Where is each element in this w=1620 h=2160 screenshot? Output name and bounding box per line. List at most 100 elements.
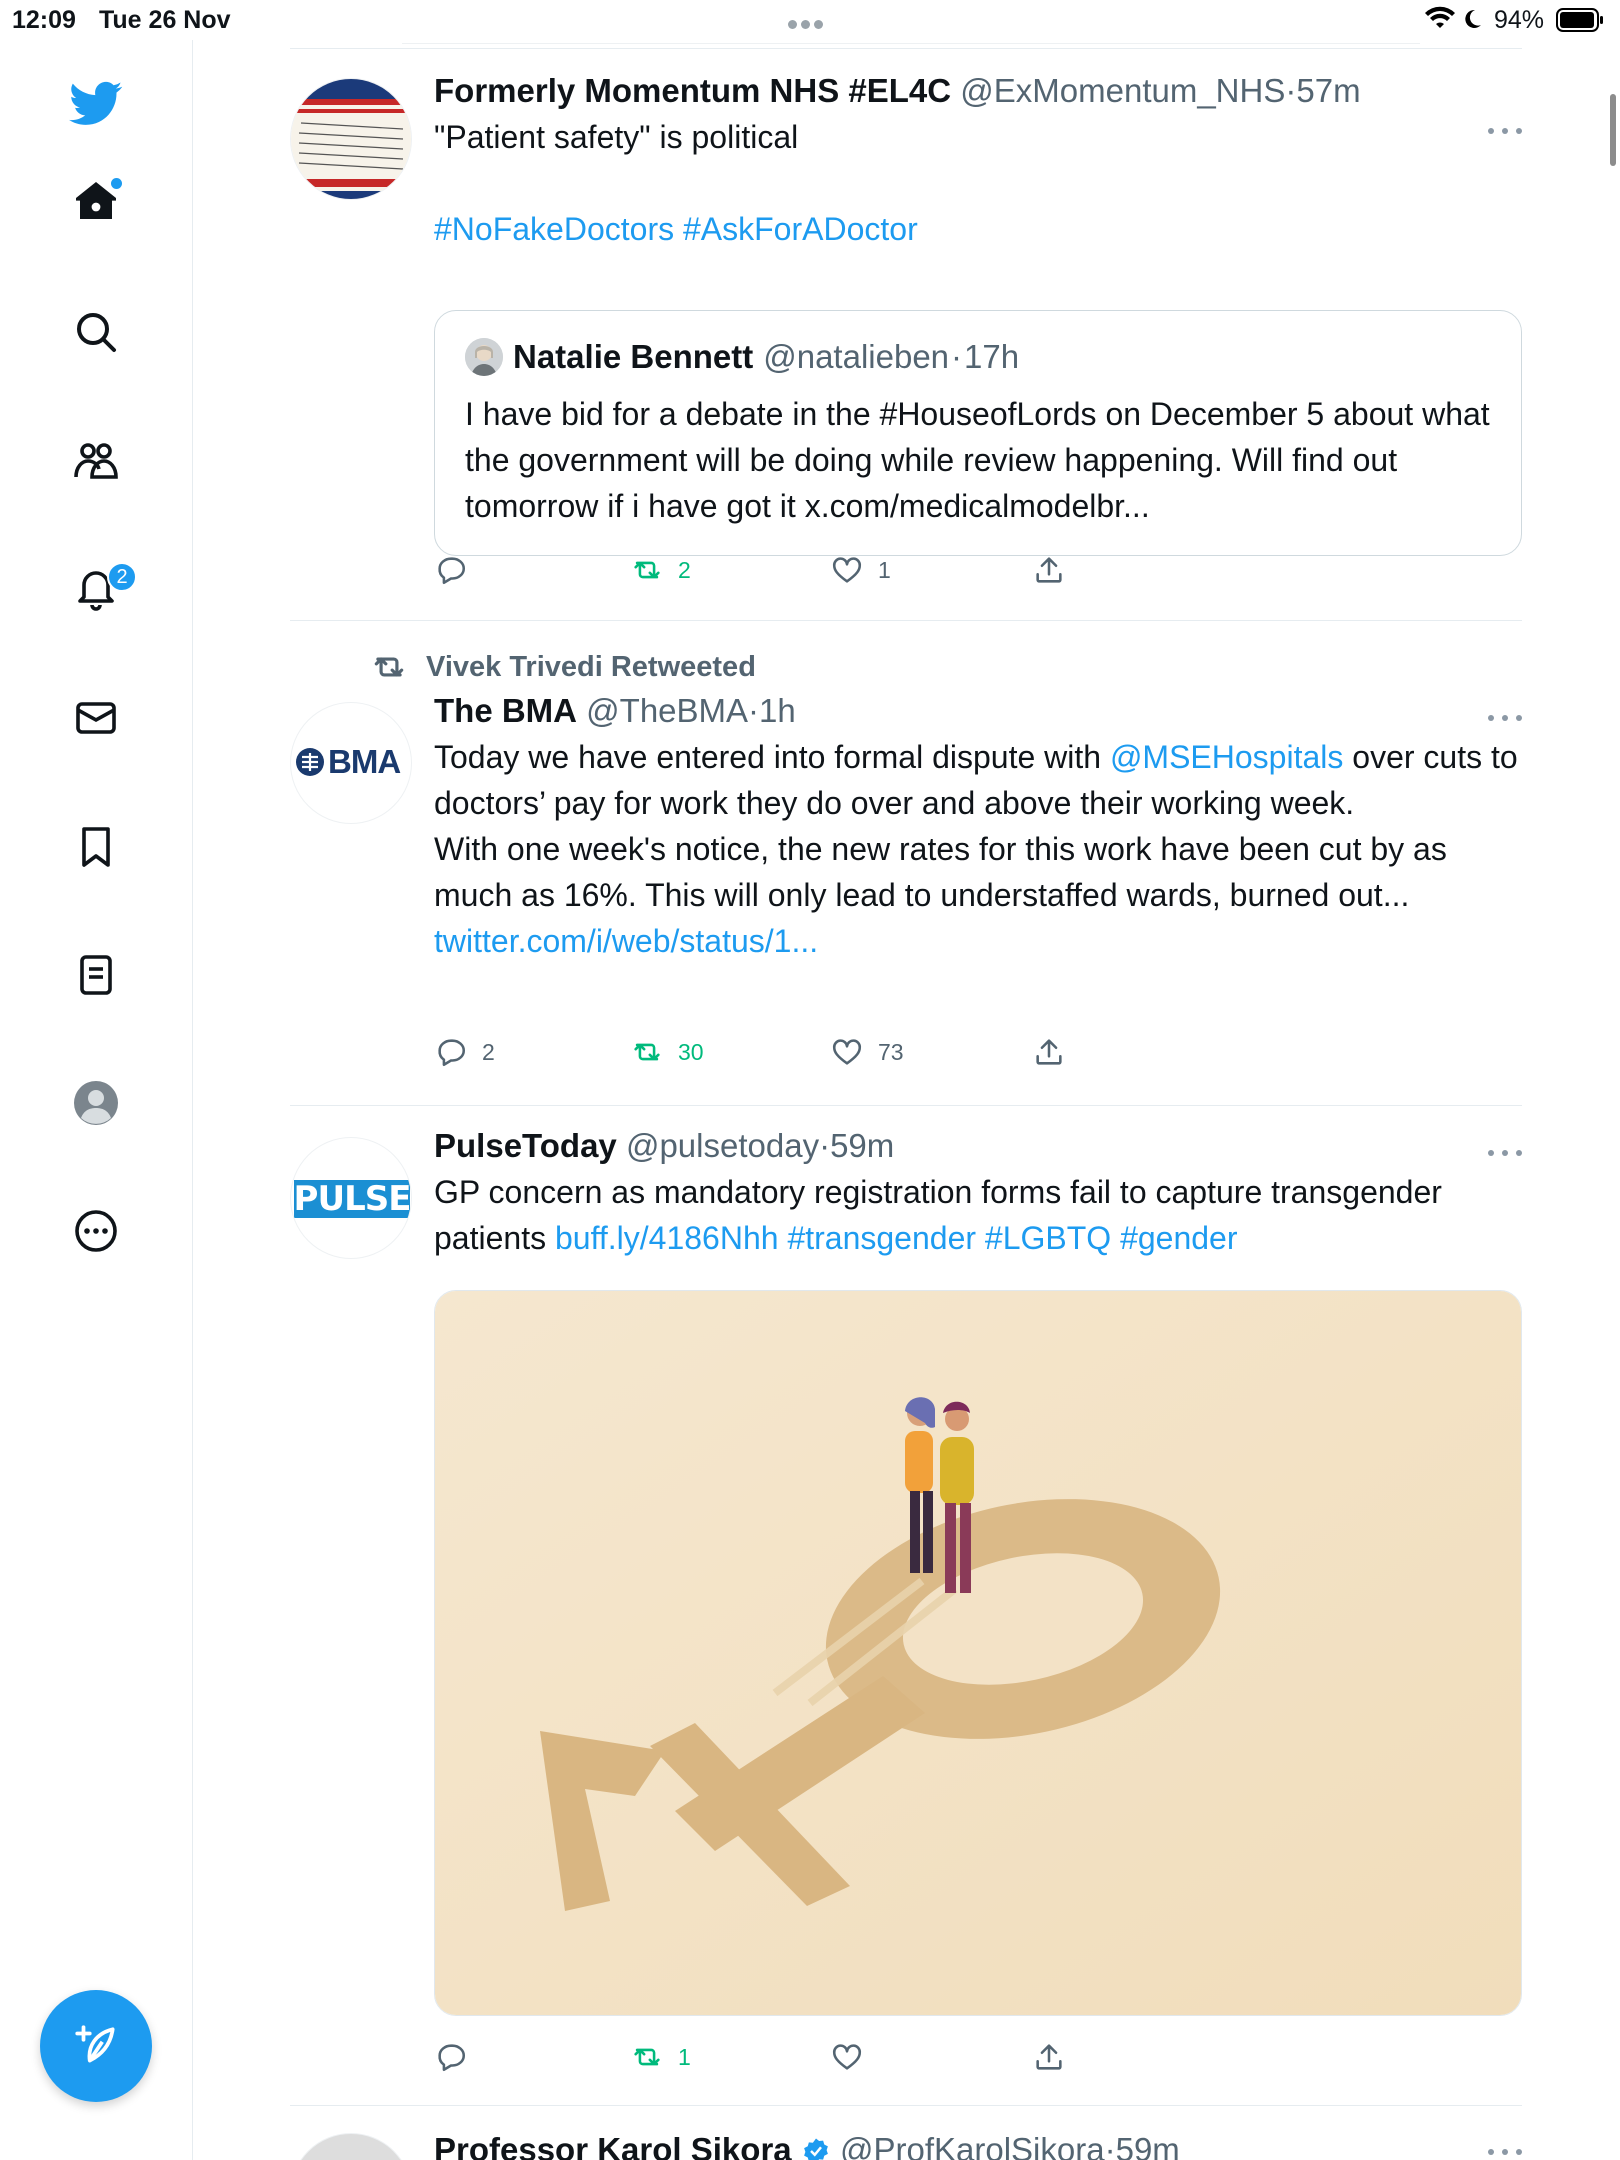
status-time: 12:09 (12, 6, 76, 34)
tweet-author-handle[interactable]: @pulsetoday (626, 1127, 819, 1164)
nav-messages-icon[interactable] (55, 677, 137, 759)
timeline-divider (290, 48, 1522, 49)
like-count: 73 (878, 1038, 904, 1065)
tweet-avatar[interactable] (290, 2133, 412, 2160)
tweet-avatar[interactable]: BMA (290, 702, 412, 824)
tweet-more-icon[interactable] (1488, 715, 1522, 725)
share-button[interactable] (1032, 1032, 1066, 1072)
quoted-author-handle[interactable]: @natalieben (763, 337, 949, 377)
like-button[interactable]: 1 (830, 550, 891, 590)
home-new-dot (111, 178, 122, 189)
reply-button[interactable] (434, 2037, 482, 2077)
avatar-label: BMA (328, 743, 401, 780)
tweet-actions: 2 30 73 (434, 1032, 1334, 1072)
nav-profile-avatar[interactable] (55, 1062, 137, 1144)
verified-badge-icon (803, 2138, 828, 2160)
nav-explore-icon[interactable] (55, 291, 137, 373)
nav-communities-icon[interactable] (55, 420, 137, 502)
quoted-avatar[interactable] (465, 338, 503, 376)
tweet-avatar[interactable]: PULSE (290, 1137, 412, 1259)
retweet-button[interactable]: 30 (630, 1032, 704, 1072)
share-button[interactable] (1032, 550, 1066, 590)
avatar-label: PULSE (293, 1179, 411, 1219)
tweet-hashtags[interactable]: #transgender #LGBTQ #gender (779, 1220, 1237, 1256)
tweet-more-icon[interactable] (1488, 2149, 1522, 2159)
tweet-link[interactable]: twitter.com/i/web/status/1... (434, 918, 1524, 964)
battery-percent: 94% (1494, 6, 1545, 34)
quoted-timestamp[interactable]: 17h (964, 337, 1019, 377)
retweet-icon (634, 2048, 660, 2066)
separator-dot: · (951, 338, 963, 375)
illustration-image (435, 1291, 1521, 2015)
timeline-divider (290, 1105, 1522, 1106)
retweet-count: 30 (678, 1038, 704, 1065)
heart-icon (832, 2044, 862, 2070)
reply-icon (438, 2044, 465, 2072)
tweet-author-name[interactable]: Professor Karol Sikora (434, 2131, 792, 2160)
quoted-tweet[interactable]: Natalie Bennett @natalieben · 17h I have b… (434, 310, 1522, 556)
like-button[interactable] (830, 2037, 878, 2077)
compose-tweet-button[interactable] (40, 1990, 152, 2102)
tweet-timestamp[interactable]: 59m (1116, 2131, 1180, 2160)
tweet-timestamp[interactable]: 57m (1296, 72, 1360, 109)
tweet-header: Professor Karol Sikora @ProfKarolSikora·… (434, 2129, 1524, 2160)
tweet-avatar[interactable] (290, 78, 412, 200)
nav-bookmarks-icon[interactable] (55, 806, 137, 888)
tweet-author-name[interactable]: The BMA (434, 692, 577, 729)
tweet-author-handle[interactable]: @ProfKarolSikora (840, 2131, 1105, 2160)
separator-dot: · (819, 1127, 831, 1164)
bma-logo-icon (296, 748, 324, 776)
retweet-count: 1 (678, 2043, 691, 2070)
retweet-button[interactable]: 2 (630, 550, 691, 590)
tweet-media-image[interactable] (434, 1290, 1522, 2016)
scrollbar[interactable] (1610, 94, 1616, 166)
separator-dot: · (1104, 2131, 1116, 2160)
tweet-hashtags[interactable]: #NoFakeDoctors #AskForADoctor (434, 206, 1524, 252)
tweet-text-part: Today we have entered into formal disput… (434, 739, 1110, 775)
share-icon (1036, 2044, 1062, 2070)
tweet-timestamp[interactable]: 59m (830, 1127, 894, 1164)
heart-icon (832, 557, 862, 583)
nav-more-icon[interactable] (55, 1190, 137, 1272)
tweet-link[interactable]: buff.ly/4186Nhh (555, 1220, 779, 1256)
retweet-button[interactable]: 1 (630, 2037, 691, 2077)
separator-dot: · (748, 692, 760, 729)
reply-count: 2 (482, 1038, 495, 1065)
retweeted-by-label: Vivek Trivedi Retweeted (426, 650, 756, 683)
twitter-logo-icon[interactable] (55, 62, 137, 144)
tweet-author-handle[interactable]: @TheBMA (586, 692, 748, 729)
like-count: 1 (878, 556, 891, 583)
tweet-more-icon[interactable] (1488, 128, 1522, 138)
reply-icon (438, 557, 465, 585)
tweet-author-handle[interactable]: @ExMomentum_NHS (960, 72, 1285, 109)
nav-notifications-icon[interactable]: 2 (55, 548, 137, 630)
tweet-author-name[interactable]: PulseToday (434, 1127, 617, 1164)
tweet-timestamp[interactable]: 1h (759, 692, 796, 729)
sidebar: 2 (0, 40, 193, 2160)
tweet-header: The BMA @TheBMA·1h (434, 690, 1524, 732)
tweet-text: "Patient safety" is political (434, 119, 799, 155)
wifi-icon (1425, 6, 1455, 28)
quoted-author-name[interactable]: Natalie Bennett (513, 337, 753, 377)
tweet-actions: 2 1 (434, 550, 1334, 590)
status-date: Tue 26 Nov (99, 6, 231, 34)
share-icon (1036, 1039, 1062, 1065)
tweet-text: GP concern as mandatory registration for… (434, 1169, 1524, 1261)
retweeted-by[interactable]: Vivek Trivedi Retweeted (370, 648, 756, 686)
tweet-author-name[interactable]: Formerly Momentum NHS #EL4C (434, 72, 951, 109)
share-icon (1036, 557, 1062, 583)
retweet-icon (374, 657, 404, 677)
nav-lists-icon[interactable] (55, 934, 137, 1016)
reply-button[interactable]: 2 (434, 1032, 495, 1072)
reply-button[interactable] (434, 550, 482, 590)
tweet-more-icon[interactable] (1488, 1150, 1522, 1160)
battery-icon (1556, 8, 1603, 32)
like-button[interactable]: 73 (830, 1032, 904, 1072)
moon-icon (1465, 9, 1481, 28)
mention-link[interactable]: @MSEHospitals (1110, 739, 1343, 775)
reply-icon (438, 1039, 465, 1067)
share-button[interactable] (1032, 2037, 1066, 2077)
separator-dot: · (1285, 72, 1297, 109)
nav-home-icon[interactable] (55, 160, 137, 242)
timeline-divider (290, 2105, 1522, 2106)
